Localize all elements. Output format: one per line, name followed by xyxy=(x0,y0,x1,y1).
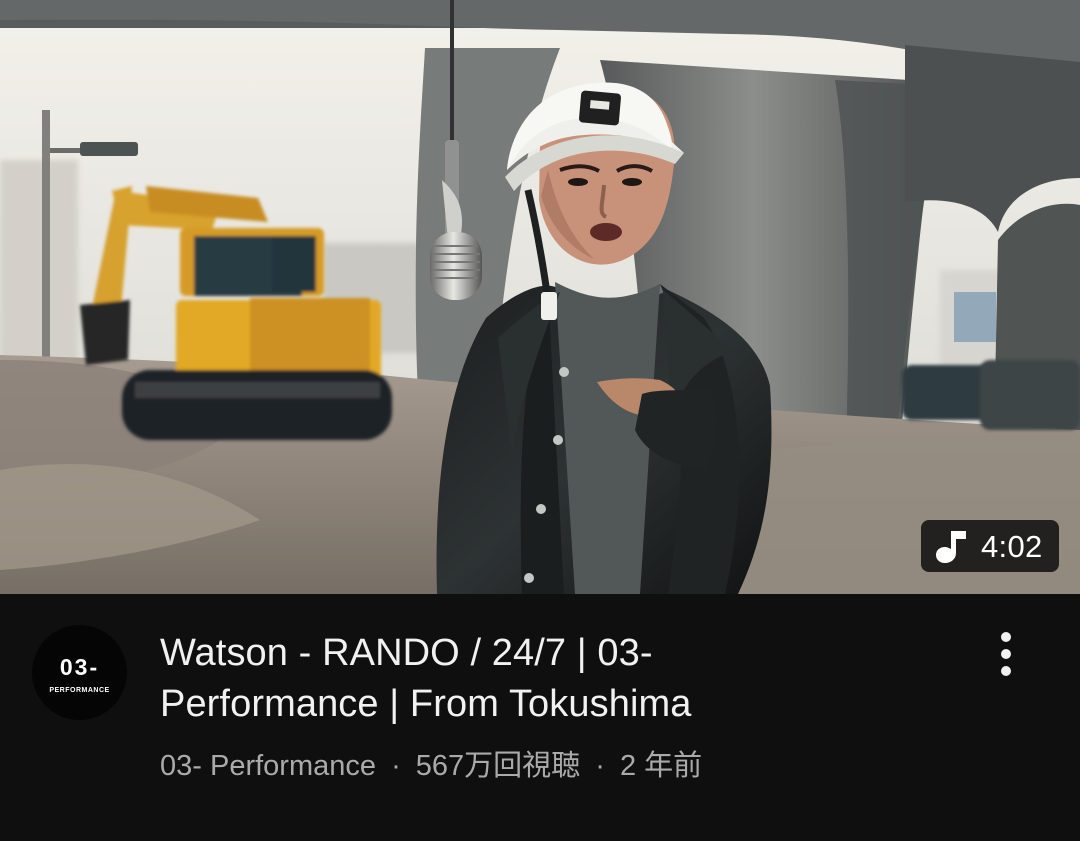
more-options-button[interactable] xyxy=(980,628,1032,680)
video-title[interactable]: Watson - RANDO / 24/7 | 03- Performance … xyxy=(160,628,865,730)
avatar-main-text: 03- xyxy=(59,654,100,680)
duration-text: 4:02 xyxy=(981,528,1043,564)
video-thumbnail[interactable]: 4:02 xyxy=(0,0,1080,594)
separator-dot: · xyxy=(391,750,401,782)
channel-avatar[interactable]: 03- PERFORMANCE xyxy=(32,625,127,720)
video-meta: 03- PERFORMANCE Watson - RANDO / 24/7 | … xyxy=(0,594,1080,841)
duration-badge: 4:02 xyxy=(921,520,1059,572)
avatar-sub-text: PERFORMANCE xyxy=(49,687,110,694)
video-card[interactable]: 4:02 03- PERFORMANCE Watson - RANDO / 24… xyxy=(0,0,1080,841)
view-count: 567万回視聴 xyxy=(415,750,581,782)
video-subline: 03- Performance · 567万回視聴 · 2 年前 xyxy=(160,746,702,786)
upload-age: 2 年前 xyxy=(619,750,703,782)
music-note-icon xyxy=(935,528,969,564)
vertical-dots-icon xyxy=(1001,632,1011,676)
separator-dot: · xyxy=(595,750,605,782)
channel-name[interactable]: 03- Performance xyxy=(160,750,376,782)
thumbnail-scene xyxy=(0,0,1080,594)
